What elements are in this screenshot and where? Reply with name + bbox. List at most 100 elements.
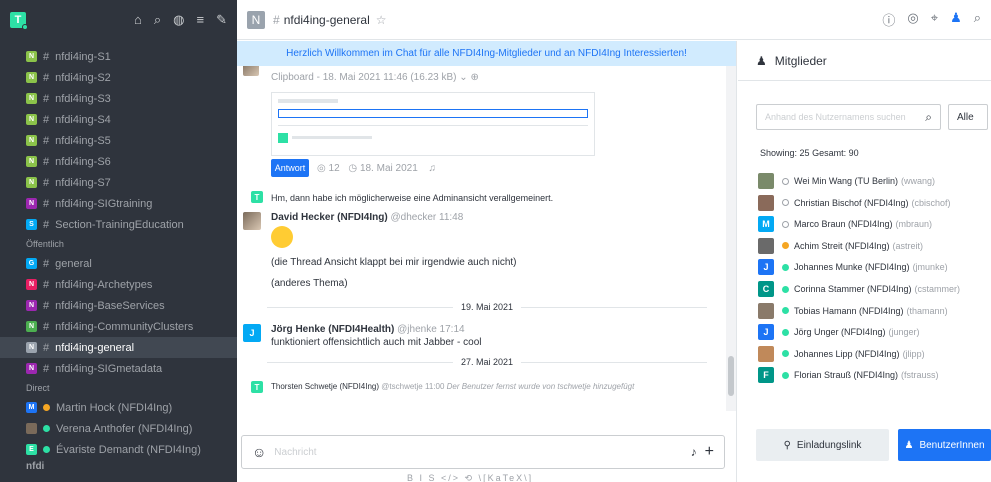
message-input[interactable]: Nachricht <box>274 447 682 458</box>
sidebar-item-general[interactable]: G # general <box>0 253 237 274</box>
member-avatar <box>758 345 774 362</box>
message-handle: @jhenke <box>397 324 437 335</box>
discussion-icon[interactable]: ⌖ <box>931 10 938 29</box>
message-text: (anderes Thema) <box>271 278 348 289</box>
search-icon: ⌕ <box>925 109 932 124</box>
online-status-icon <box>782 285 789 293</box>
member-row[interactable]: J Johannes Munke (NFDI4Ing) (jmunke) <box>758 258 988 276</box>
message-scrollbar[interactable] <box>726 66 736 411</box>
status-icon <box>43 425 50 432</box>
room-avatar: N <box>26 156 37 167</box>
member-row[interactable]: Johannes Lipp (NFDI4Ing) (jlipp) <box>758 345 988 363</box>
sidebar-item-label: nfdi4ing-S1 <box>55 50 111 63</box>
room-avatar: G <box>26 258 37 269</box>
clipboard-image[interactable] <box>271 92 595 156</box>
thread-count: 12 <box>328 163 340 174</box>
user-avatar-initial: T <box>14 14 22 26</box>
member-username: (mbraun) <box>895 219 933 230</box>
channel-hash-icon: # <box>43 218 50 231</box>
message-time: 17:14 <box>439 324 465 335</box>
chat-panel: Herzlich Willkommen im Chat für alle NFD… <box>237 41 737 482</box>
member-row[interactable]: Achim Streit (NFDI4Ing) (astreit) <box>758 237 988 255</box>
sort-icon[interactable]: ≡ <box>197 12 205 28</box>
search-icon[interactable]: ⌕ <box>154 12 161 28</box>
home-icon[interactable]: ⌂ <box>134 12 142 28</box>
scrollbar-thumb[interactable] <box>728 356 734 396</box>
sidebar-item-nfdi4ing-sigtraining[interactable]: N # nfdi4ing-SIGtraining <box>0 193 237 214</box>
member-search-input[interactable]: Anhand des Nutzernamens suchen ⌕ <box>756 104 941 130</box>
sidebar-item-nfdi4ing-archetypes[interactable]: N # nfdi4ing-Archetypes <box>0 274 237 295</box>
sidebar-item-nfdi4ing-sigmetadata[interactable]: N # nfdi4ing-SIGmetadata <box>0 358 237 379</box>
channel-hash-icon: # <box>43 299 50 312</box>
notification-bell-icon[interactable]: ♫ <box>429 163 437 174</box>
room-avatar: N <box>26 72 37 83</box>
download-icon[interactable]: ⊕ <box>470 72 478 83</box>
plus-icon[interactable]: + <box>705 443 714 461</box>
sidebar-item-label: nfdi4ing-BaseServices <box>55 299 165 312</box>
chevron-down-icon[interactable]: ⌄ <box>459 72 467 83</box>
channel-hash-icon: # <box>273 12 280 27</box>
message-author[interactable]: David Hecker (NFDI4Ing) <box>271 212 388 223</box>
sidebar-item-section-trainingeducation[interactable]: S # Section-TrainingEducation <box>0 214 237 235</box>
member-row[interactable]: J Jörg Unger (NFDI4Ing) (junger) <box>758 323 988 341</box>
sidebar-section-label: Öffentlich <box>26 239 64 249</box>
member-row[interactable]: Wei Min Wang (TU Berlin) (wwang) <box>758 172 988 190</box>
create-new-icon[interactable]: ✎ <box>216 12 227 28</box>
sidebar-item-dm[interactable]: E Évariste Demandt (NFDI4Ing) <box>0 439 237 460</box>
member-filter-select[interactable]: Alle <box>948 104 988 130</box>
message-author[interactable]: Thorsten Schwetje (NFDI4Ing) <box>271 382 379 391</box>
sidebar-item-nfdi4ing-s2[interactable]: N # nfdi4ing-S2 <box>0 67 237 88</box>
sidebar-item-nfdi4ing-s5[interactable]: N # nfdi4ing-S5 <box>0 130 237 151</box>
channel-hash-icon: # <box>43 92 50 105</box>
online-status-icon <box>782 307 789 315</box>
sidebar-item-label: nfdi4ing-S3 <box>55 92 111 105</box>
member-name: Wei Min Wang (TU Berlin) <box>794 176 899 186</box>
sidebar-item-nfdi4ing-s4[interactable]: N # nfdi4ing-S4 <box>0 109 237 130</box>
message-author[interactable]: Jörg Henke (NFDI4Health) <box>271 324 394 335</box>
member-row[interactable]: C Corinna Stammer (NFDI4Ing) (cstammer) <box>758 280 988 298</box>
sidebar: T ⌂ ⌕ ◍ ≡ ✎ N # nfdi4ing-S1 N # nfdi4ing-S2 N #… <box>0 0 237 482</box>
sidebar-item-nfdi4ing-s7[interactable]: N # nfdi4ing-S7 <box>0 172 237 193</box>
message-avatar <box>243 66 259 76</box>
channel-hash-icon: # <box>43 50 50 63</box>
directory-icon[interactable]: ◍ <box>173 12 184 28</box>
sidebar-item-nfdi4ing-s1[interactable]: N # nfdi4ing-S1 <box>0 46 237 67</box>
member-row[interactable]: Tobias Hamann (NFDI4Ing) (thamann) <box>758 302 988 320</box>
reply-button[interactable]: Antwort <box>271 159 309 177</box>
room-info-icon[interactable]: ⓘ <box>882 10 895 29</box>
member-avatar <box>758 173 774 189</box>
online-status-icon <box>782 350 789 358</box>
sidebar-item-nfdi4ing-baseservices[interactable]: N # nfdi4ing-BaseServices <box>0 295 237 316</box>
member-username: (jmunke) <box>912 262 948 273</box>
member-row[interactable]: Christian Bischof (NFDI4Ing) (cbischof) <box>758 194 988 212</box>
search-messages-icon[interactable]: ⌕ <box>974 10 981 29</box>
microphone-icon[interactable]: ♪ <box>691 445 697 459</box>
threads-icon[interactable]: ◎ <box>907 10 918 29</box>
members-icon: ♟ <box>756 53 767 68</box>
add-user-icon: ♟ <box>904 439 914 451</box>
sidebar-item-nfdi4ing-s3[interactable]: N # nfdi4ing-S3 <box>0 88 237 109</box>
room-avatar: N <box>26 279 37 290</box>
sidebar-item-nfdi4ing-s6[interactable]: N # nfdi4ing-S6 <box>0 151 237 172</box>
sidebar-item-label: nfdi4ing-S2 <box>55 71 111 84</box>
sidebar-item-dm[interactable]: M Martin Hock (NFDI4Ing) <box>0 397 237 418</box>
sidebar-item-nfdi4ing-general[interactable]: N # nfdi4ing-general <box>0 337 237 358</box>
format-toolbar[interactable]: B I S </> ⟲ \[KaTeX\] <box>407 473 533 482</box>
members-icon[interactable]: ♟ <box>950 10 962 29</box>
member-row[interactable]: F Florian Strauß (NFDI4Ing) (fstrauss) <box>758 366 988 384</box>
invite-link-button[interactable]: ⚲ Einladungslink <box>756 429 889 461</box>
add-users-button[interactable]: ♟ BenutzerInnen <box>898 429 991 461</box>
member-name: Jörg Unger (NFDI4Ing) <box>794 327 886 338</box>
sidebar-item-dm[interactable]: Verena Anthofer (NFDI4Ing) <box>0 418 237 439</box>
room-avatar: N <box>26 321 37 332</box>
favorite-star-icon[interactable]: ☆ <box>376 13 387 27</box>
user-avatar[interactable]: T <box>10 12 28 30</box>
dm-avatar <box>26 423 37 434</box>
member-showing: Showing: 25 <box>760 148 810 158</box>
member-row[interactable]: M Marco Braun (NFDI4Ing) (mbraun) <box>758 215 988 233</box>
announcement-banner[interactable]: Herzlich Willkommen im Chat für alle NFD… <box>237 41 736 66</box>
sidebar-item-nfdi4ing-communityclusters[interactable]: N # nfdi4ing-CommunityClusters <box>0 316 237 337</box>
message-composer[interactable]: ☺ Nachricht ♪ + <box>241 435 725 469</box>
emoji-icon[interactable]: ☺ <box>252 444 266 460</box>
clock-icon: ◷ <box>348 163 358 174</box>
